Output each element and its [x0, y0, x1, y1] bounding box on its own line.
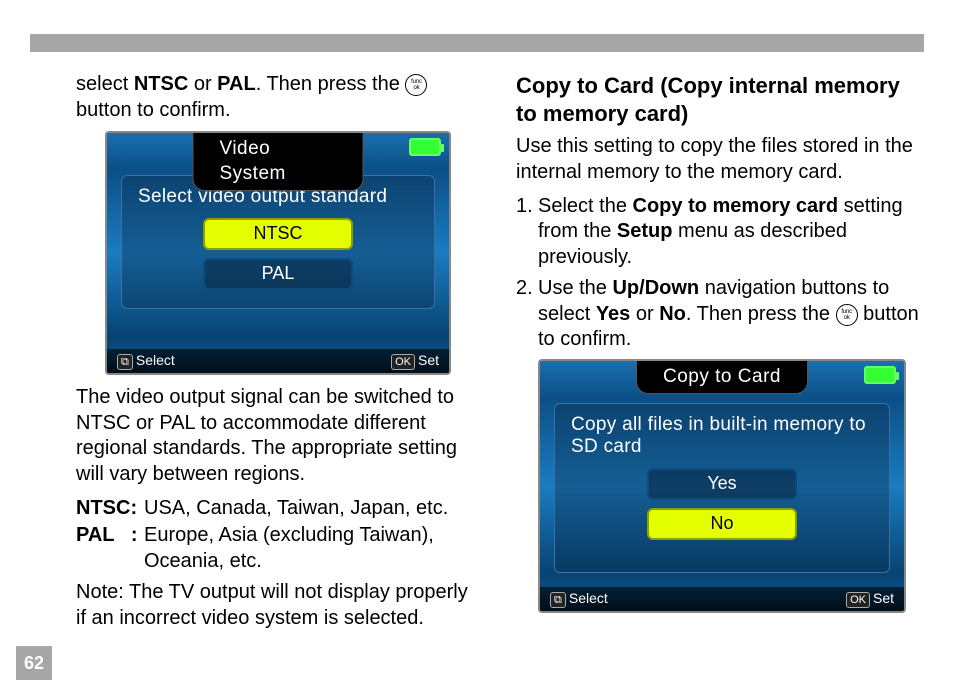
page-number: 62	[16, 646, 52, 680]
content-columns: select NTSC or PAL. Then press the funco…	[76, 72, 924, 672]
left-column: select NTSC or PAL. Then press the funco…	[76, 72, 480, 672]
text: or	[188, 73, 217, 95]
step-number: 1.	[516, 194, 533, 220]
term: Copy to memory card	[633, 195, 839, 217]
text: or	[630, 303, 659, 325]
ntsc-regions: USA, Canada, Taiwan, Japan, etc.	[144, 496, 480, 522]
text: Use the	[538, 277, 612, 299]
lcd-video-system: Video System Select video output standar…	[105, 131, 451, 375]
ntsc-term: NTSC	[134, 73, 188, 95]
text: . Then press the	[256, 73, 406, 95]
option-pal[interactable]: PAL	[203, 258, 353, 290]
steps-list: 1. Select the Copy to memory card settin…	[516, 194, 920, 354]
option-no[interactable]: No	[647, 508, 797, 540]
nav-key-icon: ⧉	[550, 592, 566, 608]
footer-right: OKSet	[846, 590, 894, 608]
lcd-body: Select video output standard NTSC PAL	[121, 175, 435, 309]
lcd-topbar: Video System	[107, 133, 449, 167]
footer-right: OKSet	[391, 352, 439, 370]
func-ok-icon: funcok	[405, 74, 427, 96]
footer-left: ⧉Select	[117, 352, 175, 370]
right-column: Copy to Card (Copy internal memory to me…	[516, 72, 920, 672]
text: select	[76, 73, 134, 95]
text: Select the	[538, 195, 633, 217]
option-ntsc[interactable]: NTSC	[203, 218, 353, 250]
step-number: 2.	[516, 276, 533, 302]
pal-term: PAL	[217, 73, 256, 95]
copy-to-card-heading: Copy to Card (Copy internal memory to me…	[516, 72, 920, 128]
term: Setup	[617, 220, 673, 242]
pal-regions: Europe, Asia (excluding Taiwan), Oceania…	[144, 523, 480, 574]
copy-intro: Use this setting to copy the files store…	[516, 134, 920, 185]
ok-key-icon: OK	[846, 592, 870, 608]
manual-page: select NTSC or PAL. Then press the funco…	[0, 0, 954, 694]
step-1: 1. Select the Copy to memory card settin…	[516, 194, 920, 271]
option-yes[interactable]: Yes	[647, 468, 797, 500]
lcd-title: Video System	[193, 133, 364, 191]
top-rule	[30, 34, 924, 52]
term: No	[659, 303, 686, 325]
note-paragraph: Note: The TV output will not display pro…	[76, 580, 480, 631]
step-2: 2. Use the Up/Down navigation buttons to…	[516, 276, 920, 353]
footer-left: ⧉Select	[550, 590, 608, 608]
region-list: NTSC: USA, Canada, Taiwan, Japan, etc. P…	[76, 496, 480, 575]
ok-key-icon: OK	[391, 354, 415, 370]
battery-icon	[409, 138, 441, 156]
intro-paragraph: select NTSC or PAL. Then press the funco…	[76, 72, 480, 123]
battery-icon	[864, 366, 896, 384]
lcd-prompt: Copy all files in built-in memory to SD …	[571, 414, 879, 458]
nav-key-icon: ⧉	[117, 354, 133, 370]
text: button to confirm.	[76, 99, 231, 121]
term: Up/Down	[612, 277, 699, 299]
explain-paragraph: The video output signal can be switched …	[76, 385, 480, 487]
text: . Then press the	[686, 303, 836, 325]
term: Yes	[596, 303, 630, 325]
func-ok-icon: funcok	[836, 304, 858, 326]
lcd-copy-to-card: Copy to Card Copy all files in built-in …	[538, 359, 906, 613]
lcd-body: Copy all files in built-in memory to SD …	[554, 403, 890, 573]
pal-label: PAL :	[76, 523, 144, 574]
lcd-topbar: Copy to Card	[540, 361, 904, 395]
lcd-footer: ⧉Select OKSet	[107, 349, 449, 373]
lcd-footer: ⧉Select OKSet	[540, 587, 904, 611]
lcd-title: Copy to Card	[636, 361, 808, 394]
ntsc-label: NTSC:	[76, 496, 144, 522]
